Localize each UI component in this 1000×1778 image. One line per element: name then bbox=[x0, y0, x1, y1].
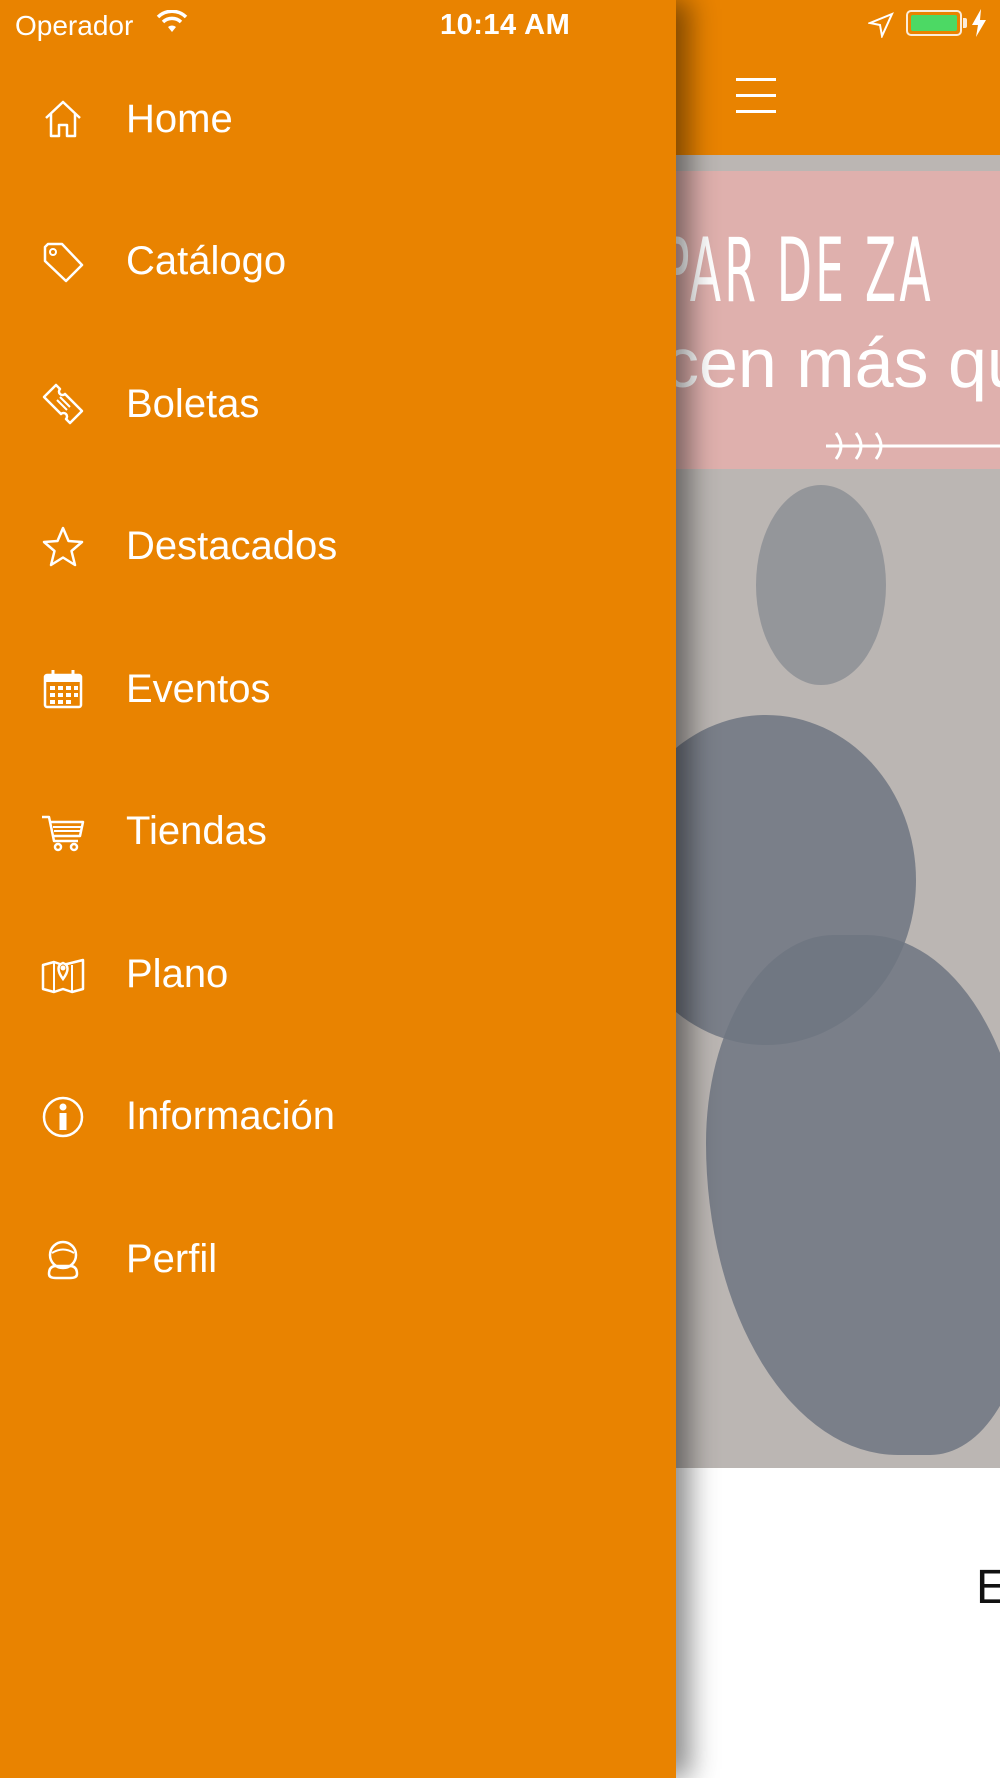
menu-hamburger-button[interactable] bbox=[736, 78, 780, 118]
banner-headline: PAR DE ZA bbox=[676, 219, 934, 322]
profile-icon bbox=[38, 1234, 88, 1284]
status-bar: Operador 10:14 AM bbox=[0, 0, 1000, 50]
menu-item-perfil[interactable]: Perfil bbox=[0, 1188, 676, 1331]
banner-text-band: PAR DE ZA cen más qu bbox=[676, 171, 1000, 469]
side-drawer-menu: Home Catálogo Boletas Destacados Eventos bbox=[0, 0, 676, 1778]
info-icon bbox=[38, 1092, 88, 1142]
ticket-icon bbox=[38, 379, 88, 429]
carrier-label: Operador bbox=[15, 10, 134, 41]
content-text: E bbox=[976, 1561, 1000, 1614]
menu-label-perfil: Perfil bbox=[126, 1236, 218, 1281]
menu-item-tiendas[interactable]: Tiendas bbox=[0, 761, 676, 904]
menu-label-plano: Plano bbox=[126, 951, 229, 996]
wifi-icon bbox=[156, 9, 188, 39]
menu-label-tiendas: Tiendas bbox=[126, 809, 267, 854]
menu-label-informacion: Información bbox=[126, 1094, 335, 1139]
location-arrow-icon bbox=[866, 12, 894, 43]
menu-label-eventos: Eventos bbox=[126, 666, 271, 711]
menu-item-informacion[interactable]: Información bbox=[0, 1046, 676, 1189]
calendar-icon bbox=[38, 664, 88, 714]
menu-label-destacados: Destacados bbox=[126, 524, 338, 569]
map-icon bbox=[38, 949, 88, 999]
menu-item-boletas[interactable]: Boletas bbox=[0, 333, 676, 476]
home-icon bbox=[38, 94, 88, 144]
banner-subheadline: cen más qu bbox=[676, 324, 1000, 402]
menu-item-eventos[interactable]: Eventos bbox=[0, 618, 676, 761]
status-time: 10:14 AM bbox=[440, 9, 571, 41]
menu-item-destacados[interactable]: Destacados bbox=[0, 476, 676, 619]
promo-banner-image[interactable]: PAR DE ZA cen más qu bbox=[676, 155, 1000, 1468]
menu-item-plano[interactable]: Plano bbox=[0, 903, 676, 1046]
menu-label-home: Home bbox=[126, 96, 233, 141]
cart-icon bbox=[38, 807, 88, 857]
menu-label-boletas: Boletas bbox=[126, 381, 260, 426]
star-icon bbox=[38, 522, 88, 572]
decorative-arrow-icon bbox=[826, 432, 1000, 460]
battery-icon bbox=[906, 10, 962, 36]
tag-icon bbox=[38, 237, 88, 287]
menu-item-catalogo[interactable]: Catálogo bbox=[0, 191, 676, 334]
menu-item-home[interactable]: Home bbox=[0, 48, 676, 191]
drawer-menu-list: Home Catálogo Boletas Destacados Eventos bbox=[0, 48, 676, 1331]
main-content: PAR DE ZA cen más qu E bbox=[676, 0, 1000, 1778]
menu-label-catalogo: Catálogo bbox=[126, 239, 287, 284]
charging-bolt-icon bbox=[970, 8, 988, 43]
